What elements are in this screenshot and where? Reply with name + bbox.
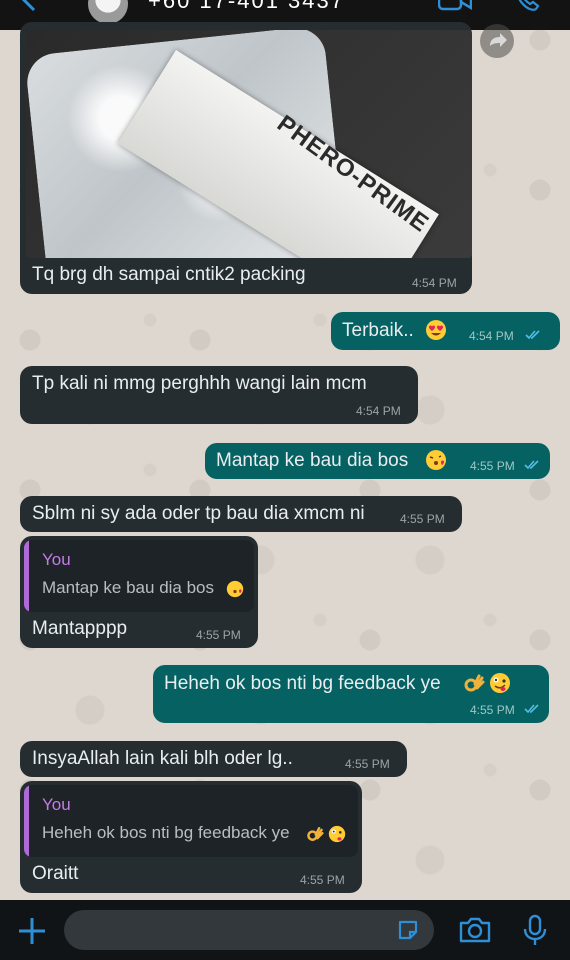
quote-text: Heheh ok bos nti bg feedback ye	[42, 823, 290, 842]
message-text: Sblm ni sy ada oder tp bau dia xmcm ni	[32, 503, 365, 524]
message-outgoing[interactable]: Terbaik.. 4:54 PM	[331, 312, 560, 350]
sticker-icon[interactable]	[396, 918, 420, 942]
message-incoming[interactable]: Tp kali ni mmg perghhh wangi lain mcm 4:…	[20, 366, 418, 424]
message-outgoing[interactable]: Mantap ke bau dia bos 4:55 PM	[205, 443, 550, 479]
message-incoming[interactable]: Sblm ni sy ada oder tp bau dia xmcm ni 4…	[20, 496, 462, 532]
message-time: 4:54 PM	[469, 329, 514, 343]
zany-face-emoji-icon	[328, 825, 346, 843]
heart-eyes-emoji-icon	[426, 320, 446, 340]
message-text: InsyaAllah lain kali blh oder lg..	[32, 748, 293, 769]
plus-icon[interactable]	[16, 915, 48, 947]
message-reply-incoming[interactable]: You Heheh ok bos nti bg feedback ye Orai…	[20, 781, 362, 893]
kiss-emoji-icon	[426, 450, 446, 470]
quote-accent-bar	[24, 785, 29, 857]
quoted-message[interactable]: You Mantap ke bau dia bos	[24, 540, 254, 612]
mic-icon[interactable]	[522, 914, 548, 946]
zany-face-emoji-icon	[490, 673, 510, 693]
message-time: 4:55 PM	[345, 757, 390, 771]
message-time: 4:55 PM	[300, 873, 345, 887]
message-time: 4:55 PM	[470, 703, 515, 717]
product-photo[interactable]: PHERO-PRIME	[26, 30, 472, 258]
ok-hand-emoji-icon	[307, 827, 324, 841]
message-text: Tp kali ni mmg perghhh wangi lain mcm	[32, 373, 367, 394]
message-outgoing[interactable]: Heheh ok bos nti bg feedback ye 4:55 PM	[153, 665, 549, 723]
read-receipt-icon	[524, 704, 539, 714]
quote-author: You	[42, 550, 71, 569]
message-text: Heheh ok bos nti bg feedback ye	[164, 673, 441, 694]
message-time: 4:55 PM	[196, 628, 241, 642]
kiss-emoji-icon	[226, 580, 244, 598]
video-call-icon[interactable]	[438, 0, 472, 12]
contact-avatar[interactable]	[88, 0, 128, 24]
message-time: 4:54 PM	[412, 276, 457, 290]
quote-author: You	[42, 795, 71, 814]
message-composer	[0, 900, 570, 960]
message-time: 4:55 PM	[400, 512, 445, 526]
camera-icon[interactable]	[458, 916, 492, 944]
back-icon[interactable]	[18, 0, 42, 12]
forward-button[interactable]	[480, 24, 514, 58]
quote-text: Mantap ke bau dia bos	[42, 578, 215, 597]
message-incoming[interactable]: InsyaAllah lain kali blh oder lg.. 4:55 …	[20, 741, 407, 777]
read-receipt-icon	[524, 460, 539, 470]
message-caption: Tq brg dh sampai cntik2 packing	[32, 264, 306, 285]
quote-accent-bar	[24, 540, 29, 612]
contact-number[interactable]: +60 17-401 3437	[148, 0, 345, 14]
read-receipt-icon	[525, 330, 540, 340]
message-text: Terbaik..	[342, 320, 414, 341]
ok-hand-emoji-icon	[464, 674, 485, 692]
quoted-message[interactable]: You Heheh ok bos nti bg feedback ye	[24, 785, 358, 857]
message-reply-incoming[interactable]: You Mantap ke bau dia bos Mantapppp 4:55…	[20, 536, 258, 648]
forward-icon	[490, 33, 507, 47]
message-text: Mantapppp	[32, 618, 128, 639]
message-text: Oraitt	[32, 863, 79, 884]
message-text: Mantap ke bau dia bos	[216, 450, 409, 471]
message-input[interactable]	[64, 910, 434, 950]
message-time: 4:54 PM	[356, 404, 401, 418]
message-time: 4:55 PM	[470, 459, 515, 473]
voice-call-icon[interactable]	[514, 0, 540, 14]
